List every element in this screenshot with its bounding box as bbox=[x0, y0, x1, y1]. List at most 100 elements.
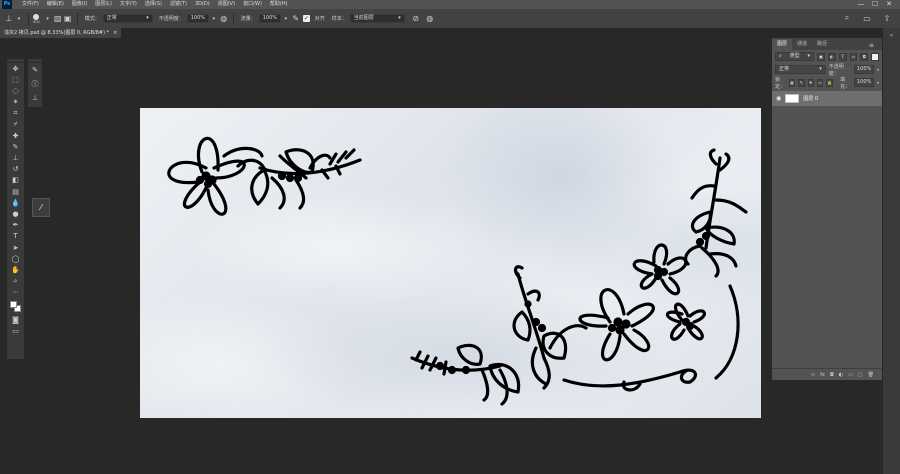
fill-input[interactable]: 100% bbox=[853, 78, 874, 87]
share-icon[interactable]: ⇧ bbox=[882, 13, 892, 23]
layer-filter-select[interactable]: ⌕ 类型 ▾ bbox=[775, 52, 815, 61]
pen-icon[interactable]: ✒ bbox=[7, 220, 24, 231]
tab-layers[interactable]: 图层 bbox=[772, 39, 793, 50]
more-icon[interactable]: ⋯ bbox=[7, 287, 24, 298]
flow-input[interactable]: 100% bbox=[258, 14, 281, 23]
gradient-icon[interactable]: ▤ bbox=[7, 186, 24, 197]
zoom-icon[interactable]: ⌕ bbox=[7, 276, 24, 287]
brush-size-picker[interactable]: 900 bbox=[33, 13, 40, 24]
pressure-size-icon[interactable]: ◍ bbox=[425, 14, 435, 24]
brush-preset-icon[interactable]: ✎ bbox=[28, 63, 42, 77]
close-tab-button[interactable]: × bbox=[113, 28, 117, 38]
clone-stamp-icon[interactable]: ⊥ bbox=[4, 14, 14, 24]
chevron-down-icon[interactable]: ▾ bbox=[877, 67, 879, 72]
sample-select[interactable]: 当前图层 ▾ bbox=[349, 14, 405, 23]
menu-edit[interactable]: 编辑(E) bbox=[43, 0, 68, 9]
menu-view[interactable]: 视图(V) bbox=[214, 0, 239, 9]
layer-opacity-input[interactable]: 100% bbox=[853, 65, 874, 74]
tab-paths[interactable]: 路径 bbox=[812, 39, 832, 50]
menu-layer[interactable]: 图层(L) bbox=[91, 0, 116, 9]
search-icon[interactable]: ⌕ bbox=[842, 13, 852, 23]
smart-object-filter-icon[interactable]: ◘ bbox=[860, 52, 869, 61]
brush-icon[interactable]: ✎ bbox=[7, 141, 24, 152]
marquee-icon[interactable]: ⬚ bbox=[7, 74, 24, 85]
move-tool-icon[interactable]: ✥ bbox=[7, 63, 24, 74]
pixel-filter-icon[interactable]: ▣ bbox=[817, 52, 825, 61]
minimize-button[interactable]: — bbox=[854, 0, 868, 9]
trash-icon[interactable]: 🗑 bbox=[868, 372, 874, 378]
eyedropper-icon[interactable]: ⌿ bbox=[7, 119, 24, 130]
ignore-adjustment-icon[interactable]: ⊘ bbox=[411, 14, 421, 24]
lock-artboard-icon[interactable]: ▭ bbox=[816, 78, 824, 87]
layer-row[interactable]: ◉ 图层 0 bbox=[772, 91, 882, 106]
menu-window[interactable]: 窗口(W) bbox=[239, 0, 266, 9]
healing-brush-icon[interactable]: ✚ bbox=[7, 130, 24, 141]
workspace-icon[interactable]: ▭ bbox=[862, 13, 872, 23]
add-mask-icon[interactable]: ◘ bbox=[830, 372, 834, 378]
crop-icon[interactable]: ⌗ bbox=[7, 108, 24, 119]
color-swatches[interactable] bbox=[7, 298, 24, 314]
collapse-arrows-icon[interactable]: « bbox=[883, 32, 900, 39]
filter-toggle[interactable] bbox=[871, 52, 880, 61]
lock-pixels-icon[interactable]: ✎ bbox=[798, 78, 805, 87]
lock-position-icon[interactable]: ✥ bbox=[807, 78, 814, 87]
chevron-down-icon[interactable]: ▾ bbox=[877, 80, 879, 85]
type-filter-icon[interactable]: T bbox=[838, 52, 847, 61]
quick-mask-icon[interactable]: ◙ bbox=[7, 314, 24, 325]
shape-filter-icon[interactable]: ▭ bbox=[849, 52, 858, 61]
blend-mode-select[interactable]: 正常 ▾ bbox=[775, 65, 826, 74]
tools-panel: ✥ ⬚ ◌ ✶ ⌗ ⌿ ✚ ✎ ⊥ ↺ ◧ ▤ 💧 ● ✒ T ➤ ◯ ✋ ⌕ … bbox=[7, 59, 24, 359]
brush-preset-chip[interactable]: ⁄ bbox=[32, 198, 50, 217]
chevron-down-icon[interactable]: ▾ bbox=[281, 14, 291, 24]
menu-help[interactable]: 帮助(H) bbox=[266, 0, 292, 9]
link-layers-icon[interactable]: ∞ bbox=[811, 372, 815, 378]
path-select-icon[interactable]: ➤ bbox=[7, 242, 24, 253]
dodge-icon[interactable]: ● bbox=[7, 208, 24, 219]
menu-file[interactable]: 文件(F) bbox=[18, 0, 43, 9]
stamp-icon[interactable]: ⊥ bbox=[7, 153, 24, 164]
adjustment-filter-icon[interactable]: ◐ bbox=[827, 52, 836, 61]
magic-wand-icon[interactable]: ✶ bbox=[7, 97, 24, 108]
tab-channels[interactable]: 通道 bbox=[792, 39, 812, 50]
group-icon[interactable]: ▭ bbox=[848, 372, 853, 378]
lock-all-icon[interactable]: 🔒 bbox=[826, 78, 834, 87]
screen-mode-icon[interactable]: ▭ bbox=[7, 325, 24, 336]
hand-icon[interactable]: ✋ bbox=[7, 264, 24, 275]
align-label: 对齐 bbox=[314, 16, 325, 22]
menu-image[interactable]: 图像(I) bbox=[68, 0, 91, 9]
blur-icon[interactable]: 💧 bbox=[7, 197, 24, 208]
document-tab[interactable]: 浅灰2 拷贝.psd @ 8.33%(图层 0, RGB/8#) * × bbox=[0, 28, 122, 38]
airbrush-icon[interactable]: ✎ bbox=[291, 14, 301, 24]
mode-select[interactable]: 正常 ▾ bbox=[102, 14, 153, 23]
type-icon[interactable]: T bbox=[7, 231, 24, 242]
maximize-button[interactable]: ☐ bbox=[868, 0, 882, 9]
adjustment-layer-icon[interactable]: ◐ bbox=[839, 372, 843, 378]
tool-preset-dropdown[interactable]: ▾ bbox=[14, 14, 24, 24]
menu-3d[interactable]: 3D(D) bbox=[191, 0, 214, 9]
fx-icon[interactable]: fx bbox=[820, 372, 825, 378]
close-window-button[interactable]: ✕ bbox=[882, 0, 896, 9]
clone-source-icon[interactable]: ▣ bbox=[63, 14, 73, 24]
clone-source-panel-icon[interactable]: ⊥ bbox=[28, 91, 42, 105]
mode-value: 正常 bbox=[106, 15, 117, 21]
document-canvas[interactable] bbox=[140, 108, 761, 418]
foreground-color-swatch[interactable] bbox=[10, 300, 17, 308]
lock-transparent-icon[interactable]: ▦ bbox=[788, 78, 796, 87]
opacity-input[interactable]: 100% bbox=[186, 14, 209, 23]
brush-settings-icon[interactable]: ▧ bbox=[53, 14, 63, 24]
chevron-down-icon[interactable]: ▾ bbox=[43, 14, 53, 24]
pressure-opacity-icon[interactable]: ◍ bbox=[219, 14, 229, 24]
lasso-icon[interactable]: ◌ bbox=[7, 85, 24, 96]
menu-type[interactable]: 文字(Y) bbox=[116, 0, 141, 9]
chevron-down-icon[interactable]: ▾ bbox=[209, 14, 219, 24]
eye-icon[interactable]: ◉ bbox=[776, 95, 781, 102]
menu-filter[interactable]: 滤镜(T) bbox=[166, 0, 191, 9]
shape-icon[interactable]: ◯ bbox=[7, 253, 24, 264]
info-icon[interactable]: ⓘ bbox=[28, 77, 42, 91]
history-brush-icon[interactable]: ↺ bbox=[7, 164, 24, 175]
menu-select[interactable]: 选择(S) bbox=[141, 0, 166, 9]
panel-menu-icon[interactable]: ≡ bbox=[864, 40, 879, 51]
new-layer-icon[interactable]: ▢ bbox=[858, 372, 863, 378]
eraser-icon[interactable]: ◧ bbox=[7, 175, 24, 186]
align-checkbox[interactable]: ✓ bbox=[302, 15, 310, 22]
